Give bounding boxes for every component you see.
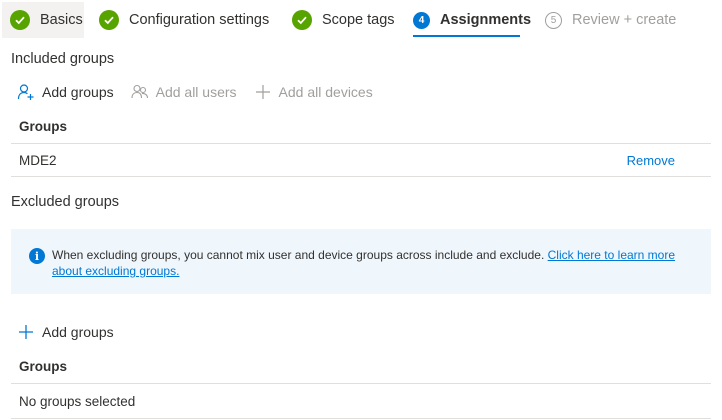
step-assignments[interactable]: 4 Assignments: [413, 2, 531, 38]
add-groups-label: Add groups: [42, 324, 114, 340]
step-configuration-settings[interactable]: Configuration settings: [99, 2, 269, 38]
step-review-create: 5 Review + create: [545, 2, 676, 38]
add-all-users-label: Add all users: [155, 84, 237, 100]
checkmark-icon: [99, 10, 119, 30]
info-banner: i When excluding groups, you cannot mix …: [11, 229, 711, 294]
step-label: Basics: [40, 12, 83, 28]
groups-column-header: Groups: [19, 359, 68, 374]
group-name: MDE2: [19, 153, 57, 168]
empty-state-row: No groups selected: [11, 385, 711, 419]
step-label: Review + create: [572, 12, 677, 28]
plus-icon: [253, 82, 273, 102]
plus-icon: [16, 322, 36, 342]
step-number-icon: 4: [413, 11, 430, 29]
add-groups-label: Add groups: [42, 84, 114, 100]
included-groups-title: Included groups: [11, 51, 115, 67]
step-label: Configuration settings: [129, 12, 270, 28]
info-banner-text: When excluding groups, you cannot mix us…: [52, 248, 548, 262]
checkmark-icon: [10, 10, 30, 30]
included-groups-table-header: Groups: [11, 110, 711, 144]
add-all-users-button[interactable]: Add all users: [130, 82, 237, 102]
excluded-groups-title: Excluded groups: [11, 194, 120, 210]
step-basics[interactable]: Basics: [2, 2, 84, 38]
included-command-bar: Add groups Add all users Add all devices: [16, 80, 389, 104]
add-all-devices-label: Add all devices: [278, 84, 373, 100]
wizard-steps: Basics Configuration settings Scope tags…: [0, 0, 722, 40]
info-banner-message: When excluding groups, you cannot mix us…: [52, 247, 692, 279]
active-step-underline: [413, 35, 520, 37]
table-row: MDE2 Remove: [11, 145, 711, 177]
step-scope-tags[interactable]: Scope tags: [292, 2, 395, 38]
add-excluded-groups-button[interactable]: Add groups: [16, 322, 114, 342]
excluded-groups-table-header: Groups: [11, 350, 711, 384]
add-all-devices-button[interactable]: Add all devices: [253, 82, 373, 102]
add-groups-button[interactable]: Add groups: [16, 82, 114, 102]
empty-state-text: No groups selected: [19, 394, 136, 409]
checkmark-icon: [292, 10, 312, 30]
remove-link[interactable]: Remove: [627, 153, 675, 168]
step-label: Assignments: [440, 12, 532, 28]
excluded-command-bar: Add groups: [16, 320, 130, 344]
step-number-icon: 5: [545, 11, 562, 29]
add-user-icon: [16, 82, 36, 102]
step-label: Scope tags: [322, 12, 395, 28]
info-icon: i: [29, 248, 45, 264]
people-icon: [130, 82, 150, 102]
groups-column-header: Groups: [19, 119, 68, 134]
